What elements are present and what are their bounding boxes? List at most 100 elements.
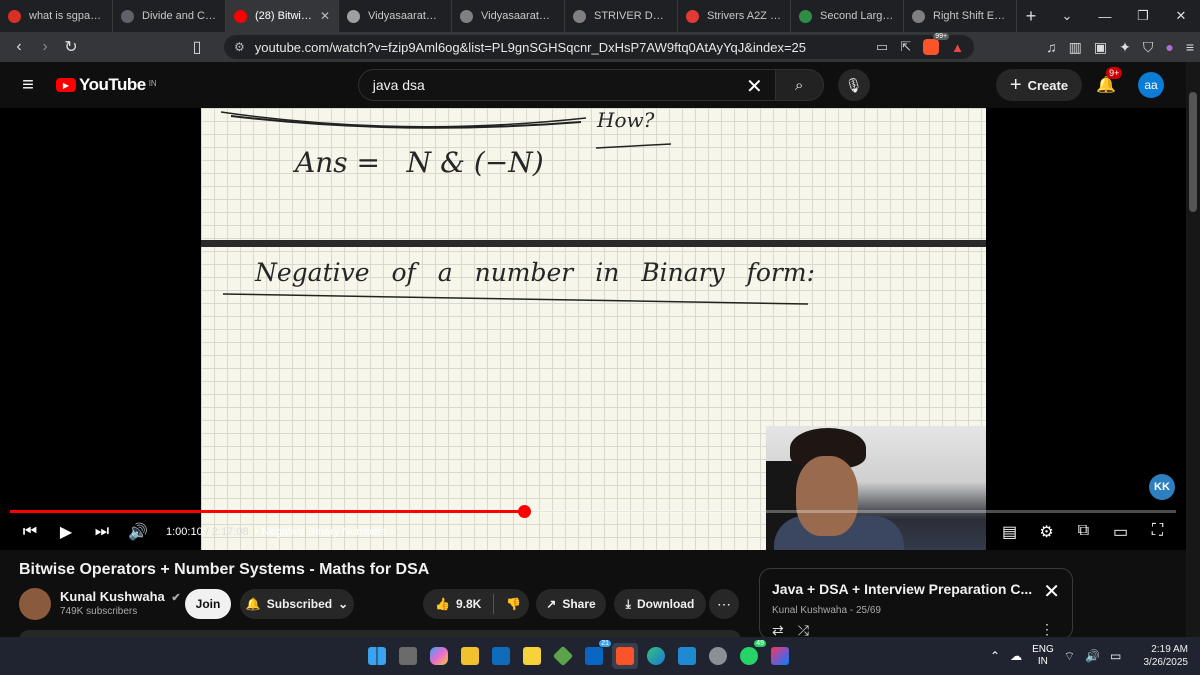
player-controls: ⏮ ▶ ⏭ 🔊 1:00:10 / 2:17:08 • Negative Bin… <box>0 518 1186 546</box>
file-explorer-icon[interactable] <box>457 643 483 669</box>
sidebar-icon[interactable]: ▥ <box>1069 39 1082 56</box>
youtube-masthead: ≡ ▶ YouTube IN java dsa ✕ ⌕ 🎙 + Create 🔔… <box>0 62 1200 108</box>
tab-title: what is sgpa and c <box>29 10 104 22</box>
subscribed-button[interactable]: 🔔 Subscribed ⌄ <box>240 589 354 619</box>
edge-icon[interactable] <box>643 643 669 669</box>
tab-favicon-icon <box>460 9 473 23</box>
settings-app-icon[interactable] <box>705 643 731 669</box>
scrollbar-thumb[interactable] <box>1189 92 1197 212</box>
voice-search-button[interactable]: 🎙 <box>837 69 870 101</box>
channel-avatar[interactable] <box>19 588 51 620</box>
tab-title: Divide and Conqu <box>142 10 217 22</box>
fullscreen-icon[interactable]: ⛶ <box>1139 522 1176 542</box>
subtitles-icon[interactable]: ▤ <box>991 522 1028 542</box>
guide-menu-icon[interactable]: ≡ <box>0 74 56 97</box>
channel-watermark[interactable]: KK <box>1149 474 1175 500</box>
browser-tab[interactable]: Right Shift Explan <box>904 0 1017 32</box>
previous-icon[interactable]: ⏮ <box>12 523 48 541</box>
minimize-button[interactable]: — <box>1086 9 1124 24</box>
linkedin-icon[interactable]: 21 <box>581 640 611 669</box>
dev-tool-icon[interactable] <box>550 643 576 669</box>
sticky-notes-icon[interactable] <box>519 643 545 669</box>
onedrive-icon[interactable]: ☁ <box>1010 649 1022 663</box>
widgets-icon[interactable] <box>395 643 421 669</box>
chapter-title[interactable]: • Negative Binary Numbers › <box>255 526 394 538</box>
tab-title: Second Largest | E <box>820 10 895 22</box>
address-bar[interactable]: ⚙ youtube.com/watch?v=fzip9Aml6og&list=P… <box>224 33 974 59</box>
browser-tab[interactable]: Strivers A2Z DSA <box>678 0 791 32</box>
outlook-icon[interactable] <box>488 643 514 669</box>
wallet-icon[interactable]: ▣ <box>1094 39 1107 56</box>
whatsapp-icon[interactable]: 49 <box>736 640 766 669</box>
brave-browser-icon[interactable] <box>612 643 638 669</box>
copilot-icon[interactable] <box>426 643 452 669</box>
share-page-icon[interactable]: ⇱ <box>900 39 911 55</box>
media-icon[interactable]: ♫ <box>1046 39 1057 55</box>
vpn-icon[interactable]: ⛉ <box>1143 39 1154 56</box>
back-icon[interactable]: ‹ <box>6 38 32 56</box>
bell-outline-icon: 🔔 <box>245 597 261 611</box>
search-button[interactable]: ⌕ <box>775 69 824 101</box>
leo-ai-icon[interactable]: ✦ <box>1119 39 1131 56</box>
url-text: youtube.com/watch?v=fzip9Aml6og&list=PL9… <box>254 39 807 55</box>
forward-icon[interactable]: › <box>32 38 58 56</box>
search-input[interactable]: java dsa ✕ <box>357 69 776 101</box>
profile-icon[interactable]: ● <box>1165 39 1173 55</box>
reload-icon[interactable]: ↻ <box>58 37 84 57</box>
new-tab-button[interactable]: + <box>1017 6 1045 27</box>
menu-icon[interactable]: ≡ <box>1186 39 1194 55</box>
tray-overflow-icon[interactable]: ⌃ <box>990 649 1000 663</box>
close-window-button[interactable]: ✕ <box>1162 8 1200 24</box>
play-icon[interactable]: ▶ <box>48 522 84 542</box>
share-button[interactable]: ↗ Share <box>536 589 606 619</box>
brave-shields-icon[interactable]: 99+ <box>923 33 950 55</box>
intellij-icon[interactable] <box>767 643 793 669</box>
scrubber-handle[interactable] <box>517 505 531 518</box>
input-language[interactable]: ENG IN <box>1032 644 1054 668</box>
vscode-icon[interactable] <box>674 643 700 669</box>
settings-icon[interactable]: ⚙ <box>1028 522 1065 542</box>
next-icon[interactable]: ⏭ <box>84 523 120 541</box>
brave-rewards-icon[interactable]: ▲ <box>951 40 964 55</box>
bookmark-icon[interactable]: ▯ <box>184 37 210 57</box>
browser-tab[interactable]: Vidyasaarathi- Sc <box>452 0 565 32</box>
video-player[interactable]: How? Ans = N & (−N) Negative of a number… <box>0 108 1186 550</box>
browser-tab[interactable]: Vidyasaarathi | Ap <box>339 0 452 32</box>
playlist-title[interactable]: Java + DSA + Interview Preparation C... <box>772 581 1034 597</box>
clear-search-icon[interactable]: ✕ <box>746 74 763 99</box>
browser-tab[interactable]: Second Largest | E <box>791 0 904 32</box>
notifications-button[interactable]: 🔔 9+ <box>1096 67 1123 95</box>
join-button[interactable]: Join <box>185 589 231 619</box>
clock-time: 2:19 AM <box>1151 644 1188 655</box>
browser-tab[interactable]: Divide and Conqu <box>113 0 226 32</box>
browser-tab[interactable]: (28) Bitwise O✕ <box>226 0 339 32</box>
wifi-icon[interactable]: ⌔ <box>1064 649 1075 664</box>
browser-tab[interactable]: STRIVER DSA SHE <box>565 0 678 32</box>
restore-button[interactable]: ❐ <box>1124 8 1162 24</box>
more-actions-icon[interactable]: ⋯ <box>709 589 739 619</box>
like-button[interactable]: 👍 9.8K <box>423 594 495 614</box>
theater-mode-icon[interactable]: ▭ <box>1102 522 1139 542</box>
create-button[interactable]: + Create <box>995 69 1083 101</box>
close-playlist-icon[interactable]: ✕ <box>1043 579 1060 604</box>
miniplayer-icon[interactable]: ⧉ <box>1065 522 1102 542</box>
address-bar-actions: ▭ ⇱ 99+ ▲ <box>876 33 964 55</box>
site-info-icon[interactable]: ⚙ <box>234 40 245 54</box>
channel-name-row[interactable]: Kunal Kushwaha ✔ <box>60 589 181 604</box>
account-avatar[interactable]: aa <box>1138 72 1164 98</box>
start-icon[interactable] <box>364 643 390 669</box>
speaker-icon[interactable]: 🔊 <box>1085 649 1100 663</box>
volume-icon[interactable]: 🔊 <box>120 522 156 542</box>
clock[interactable]: 2:19 AM 3/26/2025 <box>1136 643 1189 669</box>
playlist-menu-icon[interactable]: ⋮ <box>1040 621 1054 638</box>
youtube-logo[interactable]: ▶ YouTube IN <box>56 75 157 95</box>
dislike-button[interactable]: 👎 <box>494 597 533 611</box>
browser-tab[interactable]: what is sgpa and c <box>0 0 113 32</box>
download-button[interactable]: ⤓ Download <box>614 589 706 619</box>
battery-icon[interactable]: ▭ <box>1110 649 1121 663</box>
close-tab-icon[interactable]: ✕ <box>316 9 330 23</box>
tab-search-icon[interactable]: ⌄ <box>1048 8 1086 24</box>
page-scrollbar[interactable] <box>1186 62 1200 637</box>
cast-icon[interactable]: ▭ <box>876 39 888 55</box>
progress-bar[interactable] <box>10 505 1176 518</box>
